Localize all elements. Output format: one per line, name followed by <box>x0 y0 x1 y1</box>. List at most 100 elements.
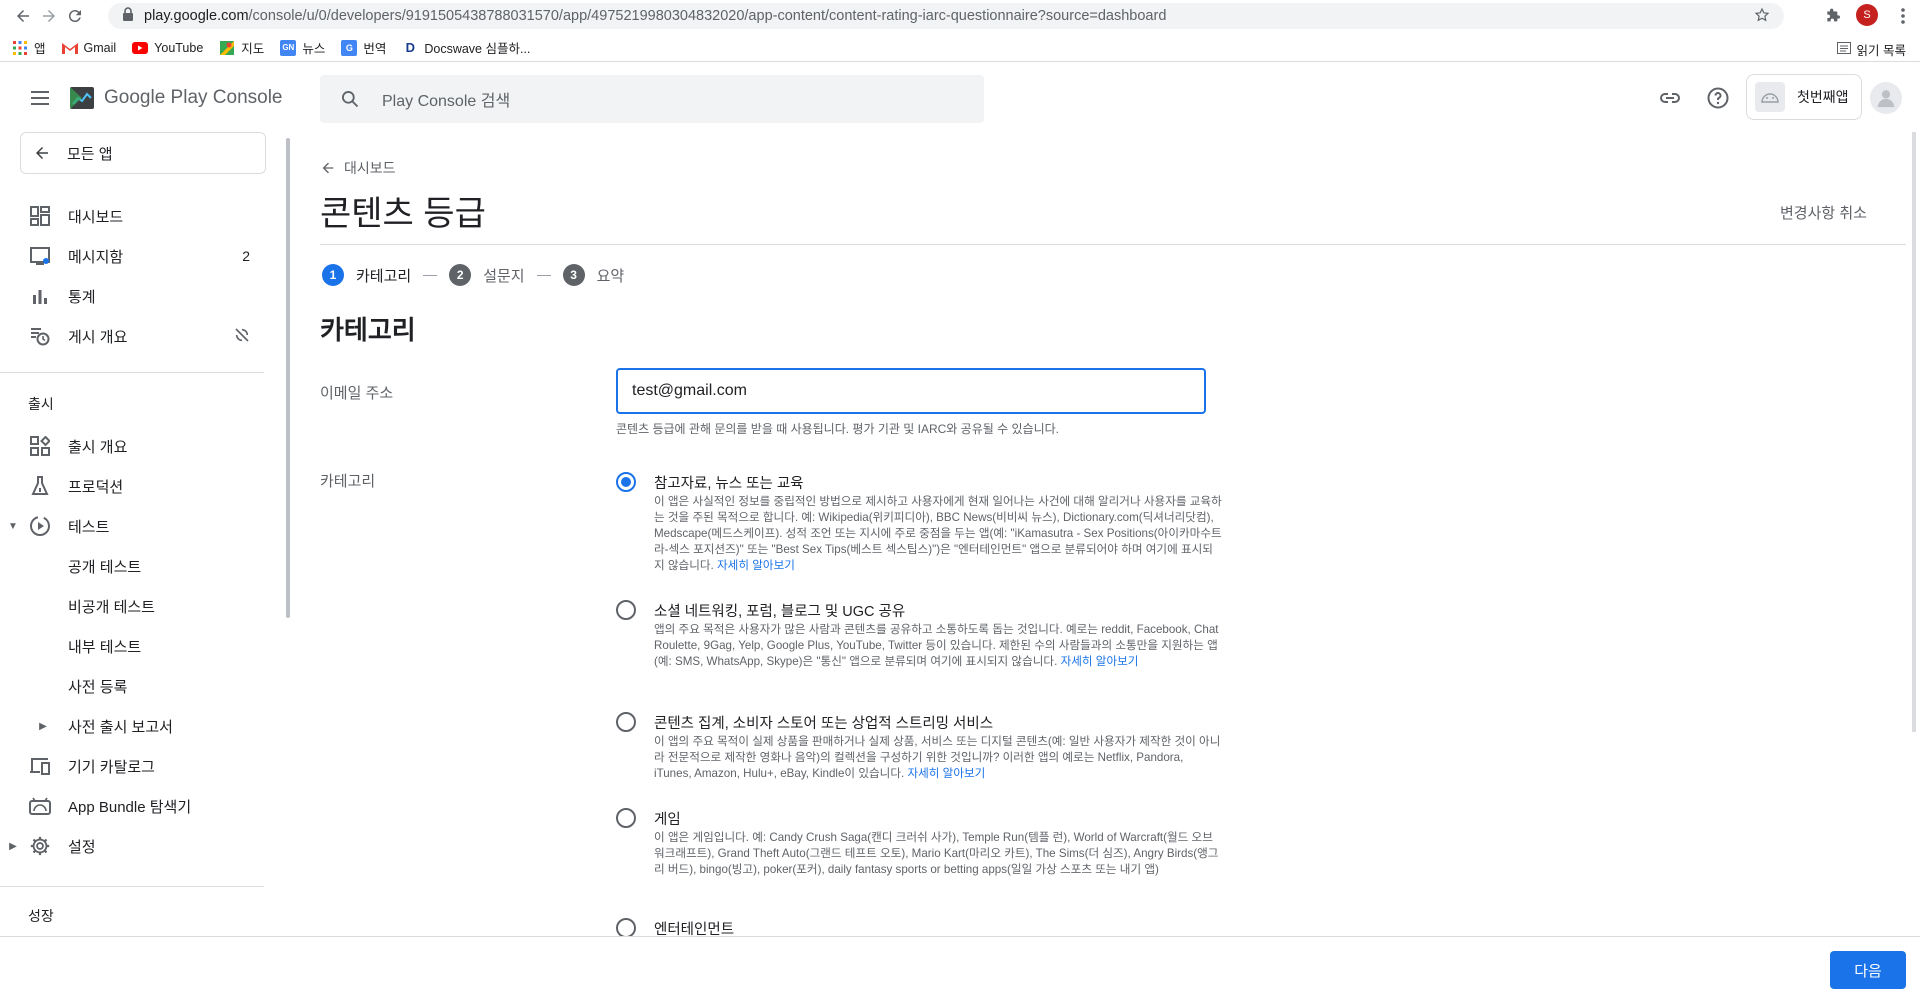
sidebar-item-label: 사전 등록 <box>68 678 128 696</box>
bookmark-apps[interactable]: 앱 <box>12 38 46 57</box>
sidebar-item-internal-testing[interactable]: 내부 테스트 <box>0 628 270 664</box>
reading-list[interactable]: 읽기 목록 <box>1836 40 1906 59</box>
apps-grid-icon <box>12 40 28 56</box>
sidebar-scrollbar[interactable] <box>286 138 290 618</box>
hamburger-menu-icon[interactable] <box>28 86 52 110</box>
news-icon: GN <box>280 39 297 56</box>
bookmarks-bar: 앱 Gmail YouTube 지도 GN 뉴스 G 번역 D Docswave… <box>0 34 1920 62</box>
step-questionnaire[interactable]: 2 설문지 <box>449 264 525 286</box>
back-arrow-icon <box>322 162 334 174</box>
bookmark-docswave[interactable]: D Docswave 심플하... <box>402 38 531 57</box>
sidebar-item-label: 대시보드 <box>68 208 124 226</box>
sidebar-item-label: 내부 테스트 <box>68 638 142 656</box>
step-category[interactable]: 1 카테고리 <box>322 264 411 286</box>
step-connector <box>423 274 438 276</box>
sidebar-item-publishing-overview[interactable]: 게시 개요 <box>0 318 270 354</box>
sidebar-item-label: 설정 <box>68 838 96 856</box>
sidebar-item-testing[interactable]: ▼ 테스트 <box>0 508 270 544</box>
caret-right-icon[interactable]: ▶ <box>6 839 20 853</box>
sidebar-divider <box>0 372 264 373</box>
learn-more-link[interactable]: 자세히 알아보기 <box>1061 655 1139 668</box>
step-number: 1 <box>322 264 344 286</box>
step-summary[interactable]: 3 요약 <box>562 264 624 286</box>
step-label: 설문지 <box>483 267 525 285</box>
radio-button[interactable] <box>616 472 636 492</box>
title-divider <box>320 244 1906 245</box>
sidebar-item-device-catalog[interactable]: 기기 카탈로그 <box>0 748 270 784</box>
bookmark-star-icon[interactable] <box>1754 7 1770 27</box>
sidebar-item-dashboard[interactable]: 대시보드 <box>0 198 270 234</box>
reload-icon[interactable] <box>62 3 88 29</box>
caret-down-icon[interactable]: ▼ <box>6 519 20 533</box>
sidebar-item-settings[interactable]: ▶ 설정 <box>0 828 270 864</box>
back-arrow-icon <box>36 147 48 159</box>
sidebar-item-open-testing[interactable]: 공개 테스트 <box>0 548 270 584</box>
sidebar-item-label: 프로덕션 <box>68 478 124 496</box>
play-console-logo[interactable]: Google Play Console <box>68 84 283 112</box>
growth-section-label: 성장 <box>28 908 54 924</box>
sidebar-item-label: 테스트 <box>68 518 110 536</box>
learn-more-link[interactable]: 자세히 알아보기 <box>717 559 795 572</box>
bookmark-label: 뉴스 <box>302 42 326 56</box>
help-icon[interactable] <box>1706 86 1730 110</box>
sidebar-item-release-overview[interactable]: 출시 개요 <box>0 428 270 464</box>
browser-menu-icon[interactable] <box>1892 5 1914 27</box>
sidebar-item-inbox[interactable]: 메시지함 2 <box>0 238 270 274</box>
option-title: 콘텐츠 집계, 소비자 스토어 또는 상업적 스트리밍 서비스 <box>654 716 994 732</box>
browser-profile-avatar[interactable]: S <box>1856 4 1878 26</box>
sidebar-item-pre-launch-report[interactable]: ▶ 사전 출시 보고서 <box>0 708 270 744</box>
all-apps-button[interactable]: 모든 앱 <box>20 132 266 174</box>
production-flask-icon <box>28 474 52 498</box>
sidebar-item-app-bundle-explorer[interactable]: App Bundle 탐색기 <box>0 788 270 824</box>
option-description: 이 앱은 사실적인 정보를 중립적인 방법으로 제시하고 사용자에게 현재 일어… <box>654 494 1222 574</box>
extensions-puzzle-icon[interactable] <box>1822 5 1844 27</box>
caret-right-icon[interactable]: ▶ <box>36 719 50 733</box>
bookmark-maps[interactable]: 지도 <box>219 38 264 57</box>
release-section-label: 출시 <box>28 396 54 412</box>
step-connector <box>536 274 551 276</box>
discard-changes-button[interactable]: 변경사항 취소 <box>1780 202 1867 223</box>
docswave-icon: D <box>405 40 416 55</box>
maps-icon <box>219 40 235 56</box>
bookmark-youtube[interactable]: YouTube <box>132 40 203 56</box>
search-input[interactable]: Play Console 검색 <box>320 75 984 123</box>
gear-icon <box>28 834 52 858</box>
address-bar[interactable]: play.google.com/console/u/0/developers/9… <box>108 3 1784 29</box>
radio-button[interactable] <box>616 808 636 828</box>
play-console-logo-icon <box>70 87 94 109</box>
email-field[interactable] <box>616 368 1206 414</box>
publishing-icon <box>28 324 52 348</box>
option-description: 이 앱의 주요 목적이 실제 상품을 판매하거나 실제 상품, 서비스 또는 디… <box>654 734 1222 782</box>
back-arrow-icon[interactable] <box>10 3 36 29</box>
release-overview-icon <box>28 434 52 458</box>
bookmark-label: YouTube <box>154 40 204 55</box>
bookmark-gmail[interactable]: Gmail <box>61 40 116 56</box>
radio-button[interactable] <box>616 712 636 732</box>
forward-arrow-icon[interactable] <box>36 3 62 29</box>
bottom-action-bar: 다음 <box>0 936 1920 1002</box>
logo-text: Google Play Console <box>104 87 283 108</box>
account-avatar[interactable] <box>1870 82 1902 114</box>
bookmark-news[interactable]: GN 뉴스 <box>280 38 325 57</box>
app-selector[interactable]: 첫번째앱 <box>1746 74 1862 120</box>
sidebar-item-closed-testing[interactable]: 비공개 테스트 <box>0 588 270 624</box>
learn-more-link[interactable]: 자세히 알아보기 <box>907 767 985 780</box>
option-title: 소셜 네트워킹, 포럼, 블로그 및 UGC 공유 <box>654 604 906 620</box>
sidebar-item-production[interactable]: 프로덕션 <box>0 468 270 504</box>
sidebar-item-stats[interactable]: 통계 <box>0 278 270 314</box>
link-icon[interactable] <box>1658 86 1682 110</box>
next-button[interactable]: 다음 <box>1830 951 1906 989</box>
email-help-text: 콘텐츠 등급에 관해 문의를 받을 때 사용됩니다. 평가 기관 및 IARC와… <box>616 422 1060 436</box>
inbox-count-badge: 2 <box>242 248 250 264</box>
app-header: Google Play Console Play Console 검색 첫번째앱 <box>0 64 1920 132</box>
stats-icon <box>28 284 52 308</box>
radio-button[interactable] <box>616 600 636 620</box>
sidebar-item-pre-registration[interactable]: 사전 등록 <box>0 668 270 704</box>
back-to-dashboard-link[interactable]: 대시보드 <box>320 158 396 178</box>
person-icon <box>1877 90 1895 108</box>
bookmark-translate[interactable]: G 번역 <box>341 38 386 57</box>
testing-icon <box>28 514 52 538</box>
page-scrollbar[interactable] <box>1912 132 1916 732</box>
radio-button[interactable] <box>616 918 636 938</box>
sidebar-item-label: 통계 <box>68 288 96 306</box>
